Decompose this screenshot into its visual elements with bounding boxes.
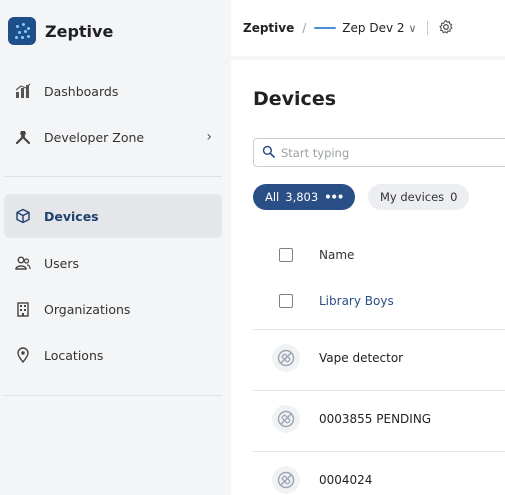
filter-all-label: All bbox=[265, 190, 280, 204]
table-row[interactable]: Library Boys bbox=[253, 288, 505, 314]
location-pin-icon bbox=[14, 346, 32, 364]
column-header-name[interactable]: Name bbox=[319, 248, 354, 262]
sidebar-item-label: Organizations bbox=[44, 301, 131, 317]
breadcrumb-org[interactable]: Zeptive bbox=[243, 21, 294, 35]
table-row[interactable]: 0003855 PENDING bbox=[253, 401, 505, 437]
row-name[interactable]: Library Boys bbox=[319, 294, 394, 308]
zeptive-logo-icon bbox=[8, 17, 36, 45]
sidebar-item-label: Dashboards bbox=[44, 83, 119, 99]
sidebar-item-label: Locations bbox=[44, 347, 104, 363]
chevron-down-icon[interactable]: ∨ bbox=[409, 22, 417, 35]
sidebar-item-organizations[interactable]: Organizations bbox=[4, 287, 222, 331]
cube-icon bbox=[14, 207, 32, 225]
sidebar-item-users[interactable]: Users bbox=[4, 241, 222, 285]
search-input[interactable] bbox=[281, 145, 481, 160]
sidebar-item-label: Developer Zone bbox=[44, 129, 145, 145]
bar-chart-icon bbox=[14, 82, 32, 100]
project-selector[interactable]: Zep Dev 2 bbox=[342, 21, 404, 35]
building-icon bbox=[14, 300, 32, 318]
table-row[interactable]: Vape detector bbox=[253, 340, 505, 376]
select-all-checkbox[interactable] bbox=[279, 248, 293, 262]
filter-all[interactable]: All 3,803 ••• bbox=[253, 184, 356, 210]
sidebar-item-devices[interactable]: Devices bbox=[4, 194, 222, 238]
filter-all-count: 3,803 bbox=[285, 190, 319, 204]
row-checkbox[interactable] bbox=[279, 294, 293, 308]
topbar-divider bbox=[426, 21, 428, 35]
breadcrumb-separator: / bbox=[302, 21, 307, 35]
main-panel: Devices All 3,803 ••• My devices 0 Name … bbox=[231, 60, 505, 495]
tools-icon bbox=[14, 128, 32, 146]
device-sensor-icon bbox=[272, 405, 300, 433]
filter-mine-count: 0 bbox=[450, 190, 458, 204]
top-bar: Zeptive / Zep Dev 2 ∨ bbox=[231, 0, 505, 56]
table-row[interactable]: 0004024 bbox=[253, 462, 505, 495]
device-sensor-icon bbox=[272, 344, 300, 372]
sidebar-divider bbox=[4, 176, 222, 177]
search-icon bbox=[262, 143, 281, 162]
sidebar-item-developer-zone[interactable]: Developer Zone › bbox=[4, 115, 222, 159]
more-options-icon[interactable]: ••• bbox=[324, 190, 344, 204]
sidebar: Zeptive Dashboards Developer Zone › Devi… bbox=[0, 0, 230, 495]
row-name[interactable]: Vape detector bbox=[319, 351, 403, 365]
row-name[interactable]: 0003855 PENDING bbox=[319, 412, 431, 426]
row-divider bbox=[253, 329, 505, 330]
device-sensor-icon bbox=[272, 466, 300, 494]
project-logo-icon bbox=[314, 23, 337, 33]
users-icon bbox=[14, 254, 32, 272]
row-divider bbox=[253, 451, 505, 452]
row-name[interactable]: 0004024 bbox=[319, 473, 372, 487]
gear-icon[interactable] bbox=[438, 19, 454, 38]
filter-my-devices[interactable]: My devices 0 bbox=[368, 184, 470, 210]
brand-name: Zeptive bbox=[45, 21, 114, 41]
page-title: Devices bbox=[253, 88, 337, 110]
brand[interactable]: Zeptive bbox=[8, 15, 113, 47]
sidebar-item-label: Devices bbox=[44, 208, 99, 224]
chevron-right-icon: › bbox=[206, 129, 212, 145]
search-box[interactable] bbox=[253, 138, 505, 167]
row-divider bbox=[253, 390, 505, 391]
sidebar-item-label: Users bbox=[44, 255, 80, 271]
table-header-row: Name bbox=[253, 242, 505, 268]
filter-mine-label: My devices bbox=[380, 190, 445, 204]
sidebar-item-dashboards[interactable]: Dashboards bbox=[4, 69, 222, 113]
sidebar-item-locations[interactable]: Locations bbox=[4, 333, 222, 377]
sidebar-divider bbox=[4, 395, 222, 396]
